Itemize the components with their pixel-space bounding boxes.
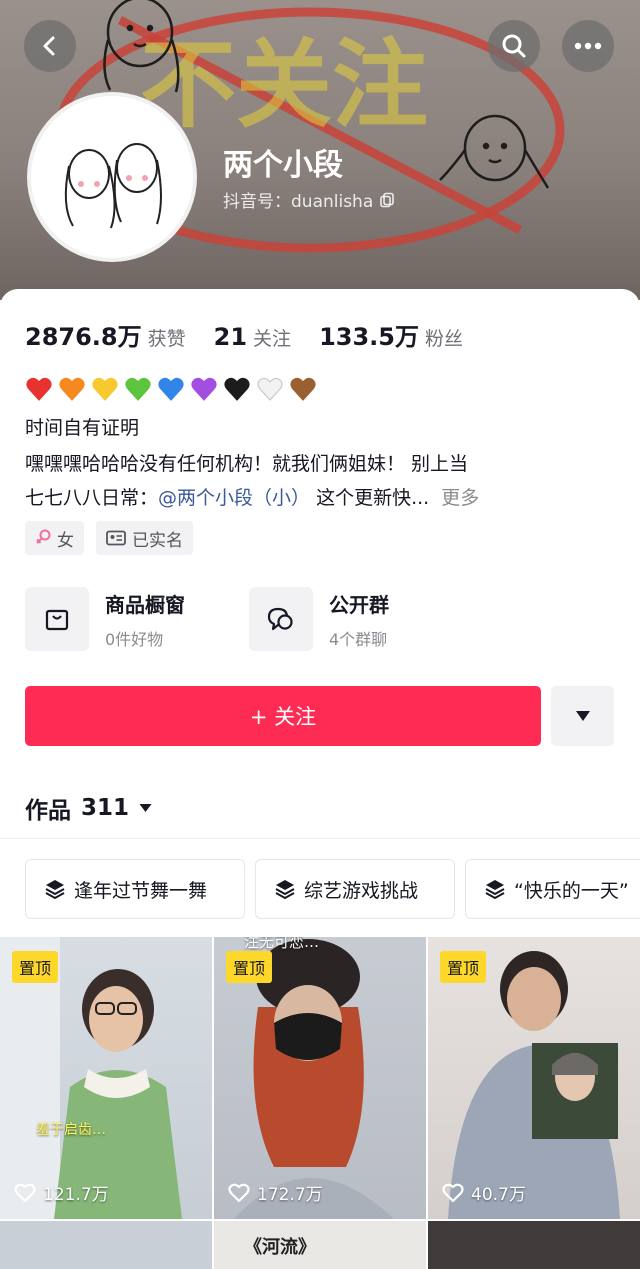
- video-thumbnail[interactable]: 置顶 40.7万: [428, 937, 640, 1219]
- video-thumbnail[interactable]: 置顶 羞于启齿… 121.7万: [0, 937, 212, 1219]
- heart-emoji-icon: [125, 377, 151, 401]
- back-button[interactable]: [24, 20, 76, 72]
- heart-outline-icon: [442, 1183, 464, 1202]
- heart-outline-icon: [14, 1183, 36, 1202]
- shop-window-entry[interactable]: 商品橱窗 0件好物: [25, 587, 185, 651]
- douyin-id[interactable]: 抖音号：duanlisha: [223, 187, 395, 212]
- id-card-icon: [106, 530, 126, 546]
- following-count[interactable]: 21: [214, 323, 247, 351]
- chat-bubbles-icon: [267, 607, 293, 631]
- caret-down-icon: [139, 804, 152, 812]
- bio-line-3: 七七八八日常：@两个小段（小） 这个更新快... 更多: [25, 483, 479, 510]
- video-likes-count: 172.7万: [257, 1185, 323, 1205]
- likes-label: 获赞: [147, 328, 186, 350]
- more-dots-icon: [574, 42, 602, 50]
- video-caption: 羞于启齿…: [36, 1122, 106, 1138]
- heart-emoji-icon: [224, 377, 250, 401]
- heart-emoji-icon: [26, 377, 52, 401]
- video-likes-count: 121.7万: [43, 1185, 109, 1205]
- heart-outline-icon: [228, 1183, 250, 1202]
- collection-label: 综艺游戏挑战: [304, 879, 419, 902]
- bio-mention-link[interactable]: @两个小段（小）: [158, 487, 310, 509]
- video-overlay-text: 注无可恋…: [244, 937, 320, 951]
- follow-label: + 关注: [249, 705, 317, 729]
- profile-banner: 不关注 两个小段 抖音号：duanlisha: [0, 0, 640, 300]
- followers-count[interactable]: 133.5万: [319, 317, 419, 352]
- group-icon-box: [249, 587, 313, 651]
- shop-subtitle: 0件好物: [105, 629, 164, 649]
- verified-tag: 已实名: [96, 521, 193, 555]
- heart-emoji-icon: [257, 377, 283, 401]
- video-thumbnail[interactable]: 注无可恋… 置顶 172.7万: [214, 937, 426, 1219]
- group-title: 公开群: [329, 592, 389, 617]
- stats-row: 2876.8万 获赞 21 关注 133.5万 粉丝: [25, 317, 491, 352]
- shopping-bag-icon: [45, 609, 69, 631]
- pinned-badge: 置顶: [226, 951, 273, 983]
- followers-label[interactable]: 粉丝: [425, 324, 463, 351]
- heart-emoji-row: [25, 375, 317, 403]
- pinned-badge: 置顶: [12, 951, 59, 983]
- follow-button[interactable]: + 关注: [25, 686, 541, 746]
- shop-title: 商品橱窗: [105, 592, 185, 617]
- video-likes: 40.7万: [442, 1180, 526, 1205]
- layers-icon: [45, 880, 65, 900]
- collection-chip[interactable]: 综艺游戏挑战: [255, 859, 455, 919]
- bio-prefix: 七七八八日常：: [25, 487, 159, 509]
- following-label[interactable]: 关注: [253, 324, 291, 351]
- copy-icon[interactable]: [379, 192, 395, 208]
- section-divider: [0, 838, 640, 839]
- group-subtitle: 4个群聊: [329, 629, 388, 649]
- bio-line-1: 时间自有证明: [25, 417, 140, 439]
- bio-line-2: 嘿嘿嘿哈哈哈没有任何机构！就我们俩姐妹！ 别上当: [25, 453, 469, 475]
- recommend-dropdown-button[interactable]: [551, 686, 614, 746]
- collection-chip[interactable]: 逢年过节舞一舞: [25, 859, 245, 919]
- chevron-left-icon: [43, 36, 55, 56]
- public-group-entry[interactable]: 公开群 4个群聊: [249, 587, 389, 651]
- video-thumbnail[interactable]: [0, 1221, 212, 1269]
- search-icon: [502, 34, 526, 58]
- heart-emoji-icon: [191, 377, 217, 401]
- video-thumbnail[interactable]: 《河流》: [214, 1221, 426, 1269]
- avatar[interactable]: [27, 92, 197, 262]
- works-count: 311: [81, 795, 130, 821]
- collection-label: 逢年过节舞一舞: [74, 879, 208, 902]
- works-tab[interactable]: 作品 311: [25, 791, 152, 825]
- search-button[interactable]: [488, 20, 540, 72]
- gender-text: 女: [57, 530, 74, 551]
- layers-icon: [485, 880, 505, 900]
- heart-emoji-icon: [92, 377, 118, 401]
- female-icon: [36, 529, 51, 544]
- shop-icon-box: [25, 587, 89, 651]
- collection-label: “快乐的一天”: [514, 879, 629, 902]
- gender-tag: 女: [25, 521, 84, 555]
- caret-down-icon: [575, 711, 590, 721]
- video-thumbnail[interactable]: [428, 1221, 640, 1269]
- more-options-button[interactable]: [562, 20, 614, 72]
- pinned-badge: 置顶: [440, 951, 487, 983]
- video-likes: 172.7万: [228, 1180, 323, 1205]
- video-likes: 121.7万: [14, 1180, 109, 1205]
- profile-card: 2876.8万 获赞 21 关注 133.5万 粉丝 时间自有证明 嘿嘿嘿哈哈哈…: [0, 289, 640, 1269]
- video-likes-count: 40.7万: [471, 1185, 526, 1205]
- douyin-id-text: 抖音号：duanlisha: [223, 192, 374, 212]
- heart-emoji-icon: [290, 377, 316, 401]
- avatar-illustration: [64, 143, 162, 229]
- video-title-overlay: 《河流》: [244, 1237, 316, 1258]
- bio-more-link[interactable]: 更多: [441, 487, 479, 509]
- heart-emoji-icon: [158, 377, 184, 401]
- heart-emoji-icon: [59, 377, 85, 401]
- collection-chip[interactable]: “快乐的一天”: [465, 859, 640, 919]
- banner-lettering: 不关注: [140, 29, 428, 141]
- bio-rest: 这个更新快...: [316, 487, 430, 509]
- verified-text: 已实名: [132, 530, 183, 551]
- likes-count: 2876.8万: [25, 323, 142, 351]
- layers-icon: [275, 880, 295, 900]
- nickname: 两个小段: [223, 148, 343, 183]
- works-label: 作品: [25, 798, 71, 824]
